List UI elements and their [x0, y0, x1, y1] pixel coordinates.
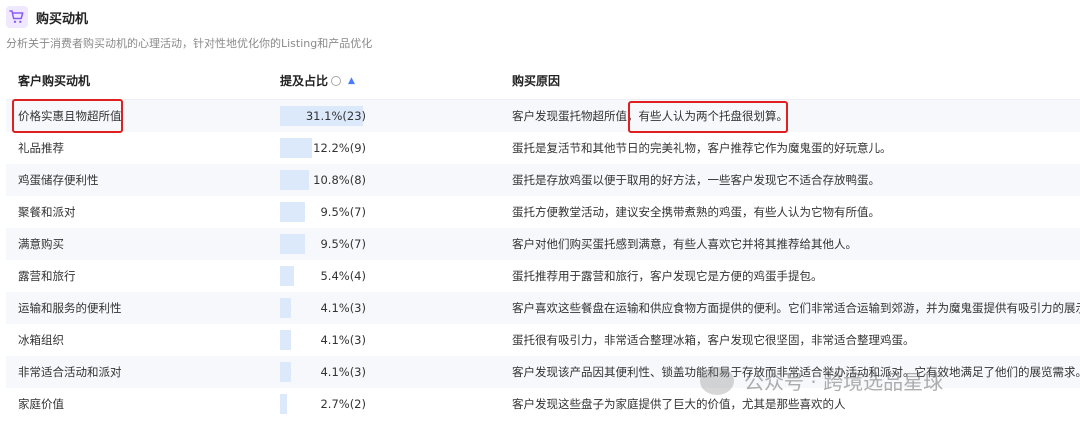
shopping-cart-icon	[6, 6, 28, 28]
ratio-cell: 5.4%(4)	[280, 260, 370, 292]
ratio-value: 2.7%(2)	[320, 397, 366, 411]
motive-cell: 礼品推荐	[18, 141, 64, 155]
ratio-value: 12.2%(9)	[313, 141, 366, 155]
ratio-bar	[280, 234, 305, 254]
motive-cell: 满意购买	[18, 237, 64, 251]
reason-text: 蛋托是存放鸡蛋以便于取用的好方法，一些客户发现它不适合存放鸭蛋。	[512, 173, 880, 187]
motive-cell: 露营和旅行	[18, 269, 76, 283]
reason-cell: 客户对他们购买蛋托感到满意，有些人喜欢它并将其推荐给其他人。	[512, 228, 857, 260]
reason-text: 客户发现这些盘子为家庭提供了巨大的价值，尤其是那些喜欢的人	[512, 397, 846, 411]
motive-cell: 冰箱组织	[18, 333, 64, 347]
table-header: 客户购买动机 提及占比 ▲ 购买原因	[6, 64, 1080, 100]
col-reason-header: 购买原因	[512, 74, 561, 88]
table-row: 家庭价值 2.7%(2) 客户发现这些盘子为家庭提供了巨大的价值，尤其是那些喜欢的人	[6, 388, 1080, 420]
ratio-value: 10.8%(8)	[313, 173, 366, 187]
table-row: 礼品推荐 12.2%(9) 蛋托是复活节和其他节日的完美礼物，客户推荐它作为魔鬼蛋的…	[6, 132, 1080, 164]
ratio-cell: 12.2%(9)	[280, 132, 370, 164]
ratio-bar	[280, 170, 309, 190]
table-row: 非常适合活动和派对 4.1%(3) 客户发现该产品因其便利性、锁盖功能和易于存放而非…	[6, 356, 1080, 388]
ratio-cell: 4.1%(3)	[280, 292, 370, 324]
reason-cell: 蛋托方便教堂活动，建议安全携带煮熟的鸡蛋，有些人认为它物有所值。	[512, 196, 880, 228]
ratio-value: 4.1%(3)	[320, 365, 366, 379]
col-ratio-label: 提及占比	[280, 74, 329, 88]
ratio-bar	[280, 138, 312, 158]
info-icon[interactable]	[331, 75, 342, 86]
section-header: 购买动机	[6, 6, 88, 28]
ratio-bar	[280, 266, 294, 286]
reason-text: 客户发现该产品因其便利性、锁盖功能和易于存放而非常适合举办活动和派对。它有效地满…	[512, 365, 1080, 379]
ratio-cell: 9.5%(7)	[280, 228, 370, 260]
reason-cell: 蛋托是复活节和其他节日的完美礼物，客户推荐它作为魔鬼蛋的好玩意儿。	[512, 132, 892, 164]
ratio-value: 31.1%(23)	[305, 109, 366, 123]
ratio-cell: 31.1%(23)	[280, 100, 370, 132]
table-row: 露营和旅行 5.4%(4) 蛋托推荐用于露营和旅行，客户发现它是方便的鸡蛋手提包。	[6, 260, 1080, 292]
sort-icon[interactable]: ▲	[348, 64, 355, 99]
ratio-cell: 4.1%(3)	[280, 356, 370, 388]
reason-cell: 客户发现该产品因其便利性、锁盖功能和易于存放而非常适合举办活动和派对。它有效地满…	[512, 356, 1080, 388]
highlight-box	[628, 101, 788, 133]
reason-text: 蛋托方便教堂活动，建议安全携带煮熟的鸡蛋，有些人认为它物有所值。	[512, 205, 880, 219]
ratio-value: 5.4%(4)	[320, 269, 366, 283]
ratio-bar	[280, 330, 291, 350]
ratio-cell: 4.1%(3)	[280, 324, 370, 356]
ratio-cell: 2.7%(2)	[280, 388, 370, 420]
motive-cell: 聚餐和派对	[18, 205, 76, 219]
table-row: 价格实惠且物超所值 31.1%(23) 客户发现蛋托物超所值，有些人认为两个托盘很划…	[6, 100, 1080, 132]
table-row: 聚餐和派对 9.5%(7) 蛋托方便教堂活动，建议安全携带煮熟的鸡蛋，有些人认为它物…	[6, 196, 1080, 228]
reason-text: 客户喜欢这些餐盘在运输和供应食物方面提供的便利。它们非常适合运输到郊游，并为魔鬼…	[512, 301, 1080, 315]
reason-text: 蛋托很有吸引力，非常适合整理冰箱，客户发现它很坚固，非常适合整理鸡蛋。	[512, 333, 915, 347]
table-row: 满意购买 9.5%(7) 客户对他们购买蛋托感到满意，有些人喜欢它并将其推荐给其他人…	[6, 228, 1080, 260]
ratio-bar	[280, 394, 287, 414]
highlight-box	[12, 99, 123, 133]
ratio-bar	[280, 362, 291, 382]
motive-cell: 鸡蛋储存便利性	[18, 173, 99, 187]
ratio-cell: 10.8%(8)	[280, 164, 370, 196]
section-title: 购买动机	[36, 11, 89, 27]
motive-table: 客户购买动机 提及占比 ▲ 购买原因 价格实惠且物超所值 31.1%(23) 客户发现…	[6, 64, 1080, 420]
reason-text: 蛋托是复活节和其他节日的完美礼物，客户推荐它作为魔鬼蛋的好玩意儿。	[512, 141, 892, 155]
col-motive-header: 客户购买动机	[18, 74, 91, 88]
reason-cell: 蛋托很有吸引力，非常适合整理冰箱，客户发现它很坚固，非常适合整理鸡蛋。	[512, 324, 915, 356]
table-row: 运输和服务的便利性 4.1%(3) 客户喜欢这些餐盘在运输和供应食物方面提供的便利。…	[6, 292, 1080, 324]
ratio-cell: 9.5%(7)	[280, 196, 370, 228]
ratio-bar	[280, 298, 291, 318]
ratio-value: 9.5%(7)	[320, 205, 366, 219]
section-subtitle: 分析关于消费者购买动机的心理活动，针对性地优化你的Listing和产品优化	[6, 37, 373, 50]
ratio-value: 9.5%(7)	[320, 237, 366, 251]
reason-cell: 客户喜欢这些餐盘在运输和供应食物方面提供的便利。它们非常适合运输到郊游，并为魔鬼…	[512, 292, 1080, 324]
ratio-bar	[280, 202, 305, 222]
motive-cell: 家庭价值	[18, 397, 64, 411]
table-body: 价格实惠且物超所值 31.1%(23) 客户发现蛋托物超所值，有些人认为两个托盘很划…	[6, 100, 1080, 420]
reason-cell: 客户发现这些盘子为家庭提供了巨大的价值，尤其是那些喜欢的人	[512, 388, 846, 420]
reason-text: 客户发现蛋托物超所值，	[512, 109, 639, 123]
motive-cell: 运输和服务的便利性	[18, 301, 122, 315]
reason-cell: 蛋托推荐用于露营和旅行，客户发现它是方便的鸡蛋手提包。	[512, 260, 823, 292]
reason-text: 客户对他们购买蛋托感到满意，有些人喜欢它并将其推荐给其他人。	[512, 237, 857, 251]
reason-cell: 蛋托是存放鸡蛋以便于取用的好方法，一些客户发现它不适合存放鸭蛋。	[512, 164, 880, 196]
ratio-value: 4.1%(3)	[320, 333, 366, 347]
table-row: 鸡蛋储存便利性 10.8%(8) 蛋托是存放鸡蛋以便于取用的好方法，一些客户发现它不…	[6, 164, 1080, 196]
reason-text: 蛋托推荐用于露营和旅行，客户发现它是方便的鸡蛋手提包。	[512, 269, 823, 283]
col-ratio-header[interactable]: 提及占比 ▲	[280, 64, 355, 99]
ratio-value: 4.1%(3)	[320, 301, 366, 315]
table-row: 冰箱组织 4.1%(3) 蛋托很有吸引力，非常适合整理冰箱，客户发现它很坚固，非常适…	[6, 324, 1080, 356]
motive-cell: 非常适合活动和派对	[18, 365, 122, 379]
